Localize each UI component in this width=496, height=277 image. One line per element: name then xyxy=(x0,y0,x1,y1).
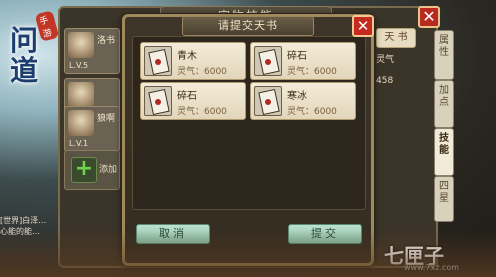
side-tab-four-star[interactable]: 四星 xyxy=(434,176,454,222)
book-item[interactable]: 碎石 灵气：6000 xyxy=(140,82,246,120)
add-pet-button[interactable]: + 添加 xyxy=(64,150,120,190)
watermark-url: www.7xz.com xyxy=(404,263,460,272)
side-tab-skills[interactable]: 技能 xyxy=(434,128,454,176)
side-tab-label: 技能 xyxy=(439,133,449,156)
book-name: 碎石 xyxy=(177,91,197,102)
pet-avatar xyxy=(68,32,94,58)
chat-strip: [世界]白泽… 心能的能… xyxy=(0,215,56,275)
pet-avatar xyxy=(68,82,94,108)
book-icon xyxy=(254,86,282,116)
cancel-button[interactable]: 取消 xyxy=(136,224,210,244)
pet-level: L.V.5 xyxy=(69,61,89,70)
book-item[interactable]: 寒冰 灵气：6000 xyxy=(250,82,356,120)
pet-name: 狼啊 xyxy=(97,114,116,124)
lingqi-label: 灵气 xyxy=(376,55,395,65)
game-scene: 问道 手游 宠物技能 洛书 L.V.5 狼啊 L.V.1 + 添加 [世界]白泽… xyxy=(0,0,496,277)
side-tab-attributes[interactable]: 属性 xyxy=(434,30,454,80)
dialog-close-button[interactable]: ✕ xyxy=(352,15,374,37)
game-logo: 问道 手游 xyxy=(4,10,60,92)
panel-close-button[interactable]: ✕ xyxy=(418,6,440,28)
pet-level: L.V.1 xyxy=(69,139,89,148)
side-tab-label: 属性 xyxy=(439,35,449,58)
lingqi-value: 458 xyxy=(376,76,394,86)
book-lingqi: 灵气：6000 xyxy=(177,107,227,117)
tianshu-tab[interactable]: 天 书 xyxy=(376,28,416,48)
book-name: 青木 xyxy=(177,51,197,62)
close-icon: ✕ xyxy=(422,7,436,26)
pet-name: 洛书 xyxy=(97,36,116,46)
pet-avatar xyxy=(68,110,94,136)
book-name: 碎石 xyxy=(287,51,307,62)
book-item[interactable]: 青木 灵气：6000 xyxy=(140,42,246,80)
book-lingqi: 灵气：6000 xyxy=(177,67,227,77)
add-pet-label: 添加 xyxy=(99,165,118,175)
close-icon: ✕ xyxy=(356,17,370,35)
side-tab-label: 加点 xyxy=(439,85,449,108)
book-icon xyxy=(144,86,172,116)
side-tab-label: 四星 xyxy=(439,181,449,204)
book-name: 寒冰 xyxy=(287,91,307,102)
submit-button[interactable]: 提交 xyxy=(288,224,362,244)
chat-line: [世界]白泽… xyxy=(0,216,47,225)
book-icon xyxy=(144,46,172,76)
pet-card[interactable]: 狼啊 L.V.1 xyxy=(64,106,120,152)
pet-card[interactable]: 洛书 L.V.5 xyxy=(64,28,120,74)
book-icon xyxy=(254,46,282,76)
watermark-logo: 七匣子 xyxy=(384,244,444,268)
dialog-title: 请提交天书 xyxy=(182,16,314,36)
chat-line: 心能的能… xyxy=(0,227,40,236)
book-lingqi: 灵气：6000 xyxy=(287,107,337,117)
plus-icon: + xyxy=(71,157,97,183)
book-lingqi: 灵气：6000 xyxy=(287,67,337,77)
side-tab-points[interactable]: 加点 xyxy=(434,80,454,128)
book-item[interactable]: 碎石 灵气：6000 xyxy=(250,42,356,80)
